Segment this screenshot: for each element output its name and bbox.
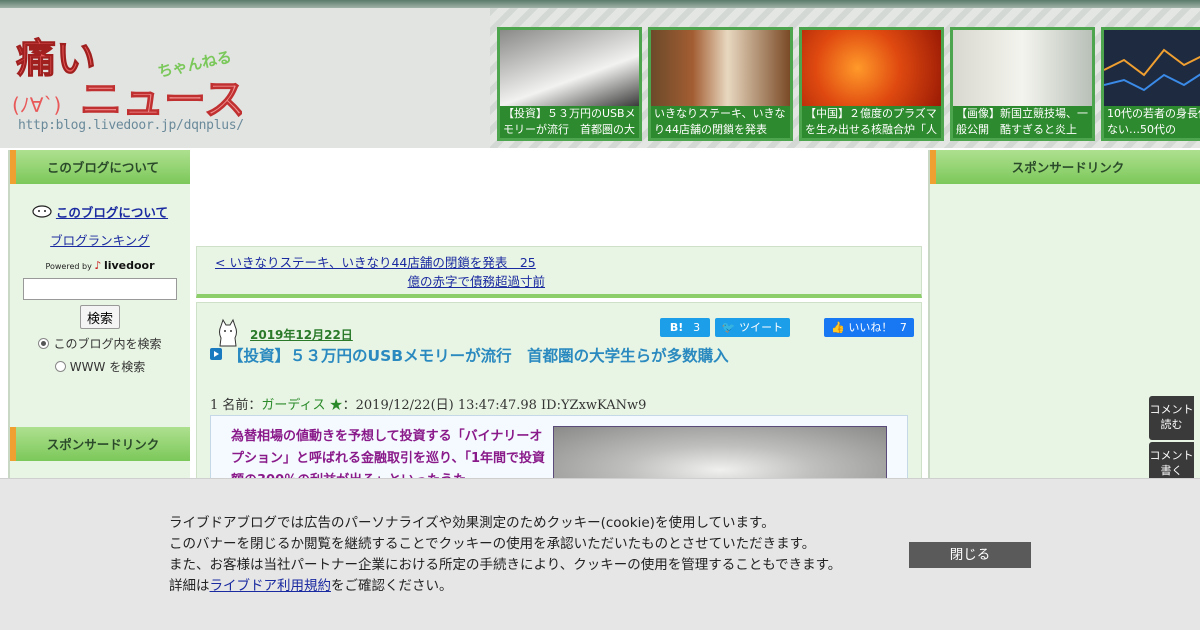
thumbnail-image <box>651 30 790 106</box>
livedoor-wordmark: livedoor <box>103 259 155 272</box>
write-comment-button[interactable]: コメント書く <box>1149 442 1194 482</box>
site-header: 痛い ちゃんねる (ﾉ∀`) ニュース http:blog.livedoor.j… <box>0 8 1200 148</box>
article-body: 為替相場の値動きを予想して投資する「バイナリーオプション」と呼ばれる金融取引を巡… <box>210 415 908 485</box>
radio-search-blog[interactable]: このブログ内を検索 <box>10 335 190 352</box>
livedoor-logo-icon: ♪ <box>94 259 102 272</box>
radio-search-www-label: WWW を検索 <box>69 360 146 374</box>
about-section-body: このブログについて ブログランキング Powered by ♪ livedoor… <box>10 184 190 375</box>
prev-article-link[interactable]: < いきなりステーキ、いきなり44店舗の閉鎖を発表 25 億の赤字で債務超過寸前 <box>215 253 545 291</box>
post-meta-details: ：2019/12/22(日) 13:47:47.98 ID:YZxwKANw9 <box>342 398 647 413</box>
cookie-line-1: ライブドアブログでは広告のパーソナライズや効果測定のためクッキー(cookie)… <box>169 515 775 531</box>
thumbnail-caption: 【画像】新国立競技場、一般公開 酷すぎると炎上 <box>953 106 1092 138</box>
thumbnail-item[interactable]: いきなりステーキ、いきなり44店舗の閉鎖を発表 25 <box>648 27 793 141</box>
hatena-label: B! <box>669 321 684 334</box>
cookie-line-4-suffix: をご確認ください。 <box>331 578 453 594</box>
thumbnail-item[interactable]: 【投資】５３万円のUSBメモリーが流行 首都圏の大 <box>497 27 642 141</box>
radio-button[interactable] <box>54 361 66 372</box>
prev-article-line2: 億の赤字で債務超過寸前 <box>407 274 545 289</box>
article-icon <box>210 348 222 360</box>
about-blog-link-label: このブログについて <box>55 205 169 220</box>
thumbnail-image <box>1104 30 1200 106</box>
about-blog-link[interactable]: このブログについて <box>32 202 168 221</box>
search-button[interactable]: 検索 <box>79 305 120 329</box>
blog-ranking-link[interactable]: ブログランキング <box>10 230 190 249</box>
read-comments-button[interactable]: コメント読む <box>1149 396 1194 440</box>
thumbnail-caption: 【投資】５３万円のUSBメモリーが流行 首都圏の大 <box>500 106 639 138</box>
thumbnail-image <box>953 30 1092 106</box>
thumbnail-image <box>500 30 639 106</box>
post-meta: 1 名前：ガーディス ★：2019/12/22(日) 13:47:47.98 I… <box>210 394 646 413</box>
about-section-title: このブログについて <box>10 150 190 184</box>
article-date[interactable]: 2019年12月22日 <box>250 326 353 343</box>
like-label: いいね！ <box>848 321 893 334</box>
top-border <box>0 0 1200 8</box>
thumbs-up-icon: 👍 <box>831 321 845 334</box>
thumbnail-caption: 10代の若者の身長伸まらない…50代の <box>1104 106 1200 138</box>
tweet-button[interactable]: 🐦 ツイート <box>715 318 790 337</box>
cookie-line-2: このバナーを閉じるか閲覧を継続することでクッキーの使用を承認いただいたものとさせ… <box>169 536 816 552</box>
logo-url: http:blog.livedoor.jp/dqnplus/ <box>18 118 244 133</box>
left-sponsor-title: スポンサードリンク <box>10 427 190 461</box>
post-meta-prefix: 1 名前： <box>210 398 262 413</box>
prev-article-nav: < いきなりステーキ、いきなり44店舗の閉鎖を発表 25 億の赤字で債務超過寸前 <box>196 246 922 298</box>
terms-link[interactable]: ライブドア利用規約 <box>210 578 332 594</box>
radio-search-www[interactable]: WWW を検索 <box>10 358 190 375</box>
twitter-bird-icon: 🐦 <box>721 321 736 334</box>
thumbnail-image <box>802 30 941 106</box>
logo-face: (ﾉ∀`) <box>12 93 61 117</box>
chart-thumbnail-graphic <box>1104 48 1200 92</box>
cookie-notice-text: ライブドアブログでは広告のパーソナライズや効果測定のためクッキー(cookie)… <box>169 513 841 597</box>
author-avatar-icon <box>219 318 237 347</box>
left-sidebar: このブログについて このブログについて ブログランキング Powered by … <box>8 150 190 480</box>
cookie-line-4-prefix: 詳細は <box>169 578 210 594</box>
article-body-text: 為替相場の値動きを予想して投資する「バイナリーオプション」と呼ばれる金融取引を巡… <box>231 429 546 484</box>
article-image <box>553 426 887 484</box>
cookie-banner: ライブドアブログでは広告のパーソナライズや効果測定のためクッキー(cookie)… <box>0 478 1200 630</box>
mascot-icon <box>32 205 52 218</box>
logo-news: ニュース <box>80 75 242 124</box>
like-count: 7 <box>899 321 907 334</box>
thumbnail-item[interactable]: 10代の若者の身長伸まらない…50代の <box>1101 27 1200 141</box>
search-input[interactable] <box>23 278 177 300</box>
cookie-close-button[interactable]: 閉じる <box>909 542 1031 568</box>
poster-name: ガーディス ★ <box>261 398 343 413</box>
powered-by-label: Powered by <box>45 262 92 271</box>
thumbnail-caption: いきなりステーキ、いきなり44店舗の閉鎖を発表 25 <box>651 106 790 138</box>
right-sponsor-title: スポンサードリンク <box>930 150 1200 184</box>
main-content: < いきなりステーキ、いきなり44店舗の閉鎖を発表 25 億の赤字で債務超過寸前… <box>196 150 922 485</box>
radio-button-checked[interactable] <box>38 338 50 349</box>
tweet-label: ツイート <box>739 321 784 334</box>
facebook-like-button[interactable]: 👍 いいね！ 7 <box>824 318 914 337</box>
thumbnail-strip: 【投資】５３万円のUSBメモリーが流行 首都圏の大 いきなりステーキ、いきなり4… <box>497 27 1200 141</box>
article-title[interactable]: 【投資】５３万円のUSBメモリーが流行 首都圏の大学生らが多数購入 <box>210 346 911 366</box>
thumbnail-caption: 【中国】２億度のプラズマを生み出せる核融合炉「人 <box>802 106 941 138</box>
article-title-text: 【投資】５３万円のUSBメモリーが流行 首都圏の大学生らが多数購入 <box>228 347 729 365</box>
hatena-bookmark-button[interactable]: B! 3 <box>660 318 710 337</box>
powered-by: Powered by ♪ livedoor <box>10 259 190 272</box>
cookie-line-4: 詳細はライブドア利用規約をご確認ください。 <box>169 576 841 597</box>
thumbnail-item[interactable]: 【中国】２億度のプラズマを生み出せる核融合炉「人 <box>799 27 944 141</box>
prev-article-line1: < いきなりステーキ、いきなり44店舗の閉鎖を発表 25 <box>215 255 536 270</box>
cookie-line-3: また、お客様は当社パートナー企業における所定の手続きにより、クッキーの使用を管理… <box>169 557 842 573</box>
ad-space <box>196 150 922 244</box>
hatena-count: 3 <box>693 321 701 334</box>
thumbnail-item[interactable]: 【画像】新国立競技場、一般公開 酷すぎると炎上 <box>950 27 1095 141</box>
article: 2019年12月22日 B! 3 🐦 ツイート 👍 いいね！ 7 【投資】５３万… <box>196 302 922 485</box>
radio-search-blog-label: このブログ内を検索 <box>53 337 162 351</box>
